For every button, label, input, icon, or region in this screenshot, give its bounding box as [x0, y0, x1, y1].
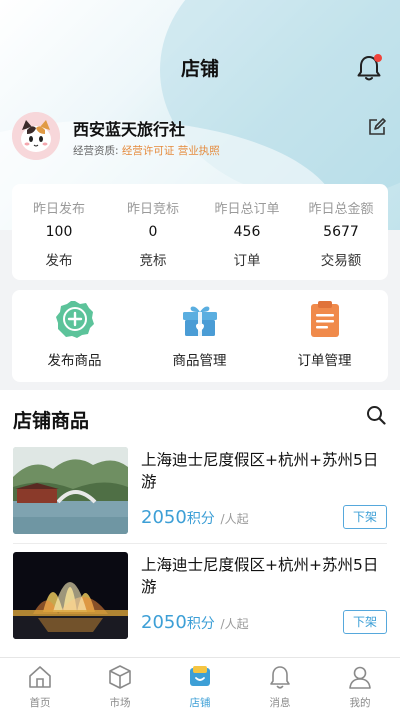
store-icon [187, 664, 213, 690]
avatar[interactable] [12, 112, 60, 160]
stat-unit: 交易额 [320, 253, 362, 269]
stat-unit: 竞标 [139, 253, 167, 269]
stat-value: 456 [233, 224, 261, 240]
bell-icon [267, 664, 293, 690]
tab-label: 首页 [29, 697, 51, 709]
stat-value: 0 [148, 224, 158, 240]
license-operating-permit[interactable]: 经营许可证 [122, 145, 175, 157]
qualification-row: 经营资质: 经营许可证 营业执照 [73, 143, 220, 158]
stat-value: 100 [45, 224, 73, 240]
price-per: /人起 [220, 617, 249, 631]
section-title: 店铺商品 [13, 410, 90, 432]
stat-unit: 发布 [45, 253, 73, 269]
clipboard-icon [306, 300, 344, 338]
quick-actions-card: 发布商品 商品管理 订单管理 [12, 290, 388, 382]
price-unit: 积分 [186, 511, 215, 527]
product-image [13, 552, 128, 639]
price-per: /人起 [220, 512, 249, 526]
order-management-button[interactable]: 订单管理 [262, 290, 387, 382]
qualification-label: 经营资质: [73, 145, 119, 157]
product-item[interactable]: 上海迪士尼度假区+杭州+苏州5日游 2050积分 /人起 下架 [0, 447, 400, 547]
home-icon [27, 664, 53, 690]
price-value: 2050 [141, 507, 187, 528]
market-box-icon [107, 664, 133, 690]
user-icon [347, 664, 373, 690]
store-page: 店铺 西安蓝天旅行社 经营资质: 经营许可证 营业执照 昨日发布 100 发布 … [0, 0, 400, 711]
product-management-button[interactable]: 商品管理 [137, 290, 262, 382]
product-item[interactable]: 上海迪士尼度假区+杭州+苏州5日游 2050积分 /人起 下架 [0, 552, 400, 652]
stat-unit: 订单 [233, 253, 261, 269]
top-bar: 店铺 [0, 44, 400, 90]
price-value: 2050 [141, 612, 187, 633]
stat-value: 5677 [323, 224, 359, 240]
tab-label: 消息 [269, 697, 291, 709]
tab-store[interactable]: 店铺 [160, 658, 240, 711]
gift-box-icon [181, 300, 219, 338]
product-price: 2050积分 /人起 [141, 612, 249, 633]
add-circle-icon [56, 300, 94, 338]
notification-badge [374, 54, 382, 62]
shop-profile: 西安蓝天旅行社 经营资质: 经营许可证 营业执照 [12, 112, 388, 172]
stat-label: 昨日总金额 [308, 202, 374, 217]
tab-market[interactable]: 市场 [80, 658, 160, 711]
delist-button[interactable]: 下架 [343, 505, 387, 529]
product-title: 上海迪士尼度假区+杭州+苏州5日游 [141, 556, 379, 596]
product-title: 上海迪士尼度假区+杭州+苏州5日游 [141, 451, 379, 491]
page-title: 店铺 [180, 58, 219, 80]
stats-card: 昨日发布 100 发布 昨日竞标 0 竞标 昨日总订单 456 订单 昨日总金额… [12, 184, 388, 280]
price-unit: 积分 [186, 616, 215, 632]
action-label: 商品管理 [172, 353, 227, 369]
edit-icon[interactable] [368, 118, 386, 136]
tab-label: 店铺 [189, 697, 211, 709]
license-business[interactable]: 营业执照 [178, 145, 220, 157]
delist-button[interactable]: 下架 [343, 610, 387, 634]
bottom-tab-bar: 首页 市场 店铺 消息 我的 [0, 657, 400, 711]
store-products-section: 店铺商品 上海迪士尼度假区+杭州+苏州5日游 2050积分 /人起 下架 上海迪… [0, 390, 400, 665]
shop-name: 西安蓝天旅行社 [73, 120, 186, 139]
stat-label: 昨日竞标 [126, 202, 179, 217]
product-price: 2050积分 /人起 [141, 507, 249, 528]
product-image [13, 447, 128, 534]
tab-messages[interactable]: 消息 [240, 658, 320, 711]
tab-label: 市场 [109, 697, 131, 709]
stat-label: 昨日总订单 [214, 202, 280, 217]
publish-product-button[interactable]: 发布商品 [12, 290, 137, 382]
stat-label: 昨日发布 [32, 202, 85, 217]
tab-label: 我的 [349, 697, 371, 709]
divider [13, 543, 387, 544]
tab-home[interactable]: 首页 [0, 658, 80, 711]
action-label: 订单管理 [297, 353, 352, 369]
search-icon[interactable] [366, 405, 386, 425]
action-label: 发布商品 [47, 353, 102, 369]
tab-profile[interactable]: 我的 [320, 658, 400, 711]
bell-icon[interactable] [356, 54, 382, 82]
